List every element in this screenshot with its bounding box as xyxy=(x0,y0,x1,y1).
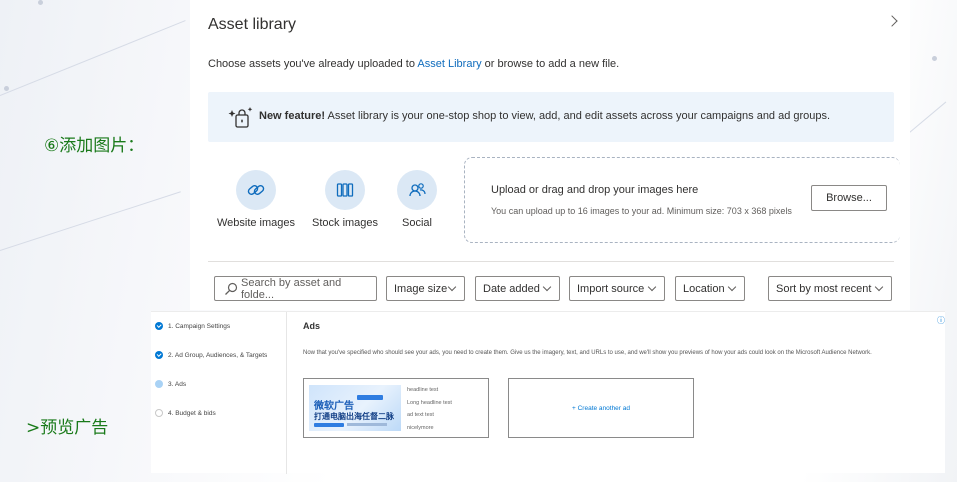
banner-line2: 打通电脑出海任督二脉 xyxy=(314,412,394,421)
chevron-down-icon xyxy=(447,282,457,292)
import-source-dropdown[interactable]: Import source xyxy=(569,276,665,301)
step-label: 1. Campaign Settings xyxy=(168,322,231,330)
step-label: 4. Budget & bids xyxy=(168,409,216,417)
ad-business-name: nicelymore xyxy=(407,424,434,431)
sort-label: Sort by most recent xyxy=(776,282,872,295)
sort-dropdown[interactable]: Sort by most recent xyxy=(768,276,892,301)
feature-description: Asset library is your one-stop shop to v… xyxy=(325,110,831,122)
social-button[interactable]: Social xyxy=(394,170,440,229)
check-icon xyxy=(155,351,163,359)
step-ads[interactable]: 3. Ads xyxy=(155,380,186,388)
chevron-down-icon xyxy=(874,282,884,292)
website-images-label: Website images xyxy=(216,217,296,229)
feature-text: New feature! Asset library is your one-s… xyxy=(259,110,830,122)
ads-heading: Ads xyxy=(303,321,321,331)
annotation-add-images: ⑥添加图片： xyxy=(44,136,145,156)
chevron-right-icon[interactable] xyxy=(886,15,898,27)
feature-bold: New feature! xyxy=(259,110,326,122)
people-icon xyxy=(409,183,426,197)
current-step-icon xyxy=(155,380,163,388)
chevron-down-icon xyxy=(727,282,737,292)
search-placeholder: Search by asset and folde... xyxy=(241,276,342,301)
create-another-ad-button[interactable]: + Create another ad xyxy=(508,378,694,438)
wizard-steps: 1. Campaign Settings 2. Ad Group, Audien… xyxy=(151,312,287,474)
annotation-preview-ads: >预览广告 xyxy=(26,418,109,438)
import-source-label: Import source xyxy=(577,282,645,295)
background-decor-dot xyxy=(38,0,43,5)
ad-long-headline: Long headline test xyxy=(407,399,452,406)
info-icon[interactable]: ⓘ xyxy=(937,315,945,326)
chevron-down-icon xyxy=(542,282,552,292)
banner-strip xyxy=(314,423,344,427)
asset-library-panel: Asset library Choose assets you've alrea… xyxy=(190,0,910,310)
ad-preview-screenshot: 1. Campaign Settings 2. Ad Group, Audien… xyxy=(151,311,945,474)
ad-banner-image: 微软广告 打通电脑出海任督二脉 xyxy=(309,385,401,431)
ad-text: ad text test xyxy=(407,412,434,418)
ad-preview-card[interactable]: 微软广告 打通电脑出海任督二脉 headline test Long headl… xyxy=(303,378,489,438)
location-label: Location xyxy=(683,282,725,295)
background-decor-dot xyxy=(932,56,937,61)
background-decor-line xyxy=(0,191,181,251)
step-label: 3. Ads xyxy=(168,380,187,388)
website-images-button[interactable]: Website images xyxy=(216,170,296,229)
step-ad-group[interactable]: 2. Ad Group, Audiences, & Targets xyxy=(155,351,267,359)
upload-title: Upload or drag and drop your images here xyxy=(491,184,699,196)
new-feature-banner: New feature! Asset library is your one-s… xyxy=(208,92,894,142)
pending-step-icon xyxy=(155,409,163,417)
date-added-label: Date added xyxy=(483,282,540,295)
intro-before: Choose assets you've already uploaded to xyxy=(208,58,418,70)
divider xyxy=(208,261,894,262)
link-icon xyxy=(247,185,265,195)
intro-after: or browse to add a new file. xyxy=(481,58,620,70)
background-decor-dot xyxy=(4,86,9,91)
social-label: Social xyxy=(402,217,432,229)
image-size-label: Image size xyxy=(394,282,448,295)
image-size-dropdown[interactable]: Image size xyxy=(386,276,465,301)
banner-fine-print xyxy=(347,423,387,426)
step-label: 2. Ad Group, Audiences, & Targets xyxy=(168,351,268,359)
sparkle-bag-icon xyxy=(228,107,253,128)
date-added-dropdown[interactable]: Date added xyxy=(475,276,560,301)
ad-text-lines: headline test Long headline test ad text… xyxy=(407,384,452,434)
intro-text: Choose assets you've already uploaded to… xyxy=(208,58,619,70)
stock-images-label: Stock images xyxy=(312,217,379,229)
location-dropdown[interactable]: Location xyxy=(675,276,745,301)
banner-badge xyxy=(357,395,383,400)
ads-description: Now that you've specified who should see… xyxy=(303,350,872,356)
step-budget-bids[interactable]: 4. Budget & bids xyxy=(155,409,216,417)
asset-library-link[interactable]: Asset Library xyxy=(417,58,481,70)
stock-images-button[interactable]: Stock images xyxy=(312,170,378,229)
step-campaign-settings[interactable]: 1. Campaign Settings xyxy=(155,322,230,330)
upload-dropzone[interactable]: Upload or drag and drop your images here… xyxy=(464,157,900,243)
chevron-down-icon xyxy=(647,282,657,292)
check-icon xyxy=(155,322,163,330)
panel-title: Asset library xyxy=(208,16,297,33)
banner-line1: 微软广告 xyxy=(314,401,354,412)
ad-headline: headline test xyxy=(407,387,439,393)
upload-subtitle: You can upload up to 16 images to your a… xyxy=(491,206,792,216)
search-input[interactable]: Search by asset and folde... xyxy=(214,276,377,301)
background-decor-line xyxy=(0,20,186,96)
search-icon xyxy=(225,282,238,295)
browse-button[interactable]: Browse... xyxy=(811,185,887,211)
stock-images-icon xyxy=(336,183,354,197)
